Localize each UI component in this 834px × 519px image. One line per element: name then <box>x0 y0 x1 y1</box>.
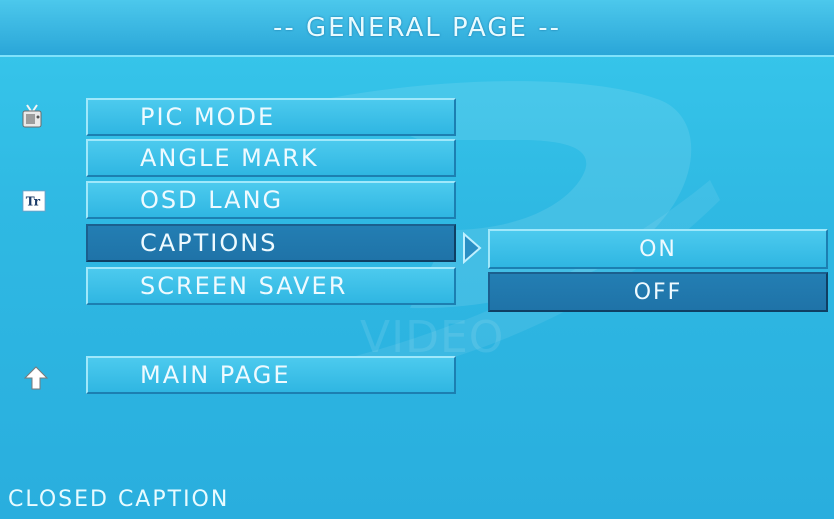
submenu-option-off[interactable]: OFF <box>488 272 828 312</box>
text-language-icon: Tr <box>22 189 46 213</box>
main-page-label: MAIN PAGE <box>140 361 291 389</box>
menu-item-label: CAPTIONS <box>140 229 278 257</box>
menu-item-screen-saver[interactable]: SCREEN SAVER <box>86 267 456 305</box>
submenu-option-label: ON <box>639 236 677 262</box>
menu-item-label: ANGLE MARK <box>140 144 319 172</box>
submenu-option-on[interactable]: ON <box>488 229 828 269</box>
menu-item-captions[interactable]: CAPTIONS <box>86 224 456 262</box>
svg-text:Tr: Tr <box>26 195 41 209</box>
status-hint: CLOSED CAPTION <box>8 487 230 512</box>
up-arrow-icon <box>24 366 48 390</box>
menu-item-label: SCREEN SAVER <box>140 272 348 300</box>
menu-item-angle-mark[interactable]: ANGLE MARK <box>86 139 456 177</box>
menu-item-label: OSD LANG <box>140 186 284 214</box>
menu-item-label: PIC MODE <box>140 103 276 131</box>
tv-icon <box>20 104 44 128</box>
selection-pointer-icon <box>463 232 482 264</box>
menu-item-pic-mode[interactable]: PIC MODE <box>86 98 456 136</box>
page-title: -- GENERAL PAGE -- <box>273 12 561 43</box>
submenu-option-label: OFF <box>633 279 683 305</box>
menu-item-osd-lang[interactable]: OSD LANG <box>86 181 456 219</box>
main-page-button[interactable]: MAIN PAGE <box>86 356 456 394</box>
page-title-bar: -- GENERAL PAGE -- <box>0 0 834 57</box>
